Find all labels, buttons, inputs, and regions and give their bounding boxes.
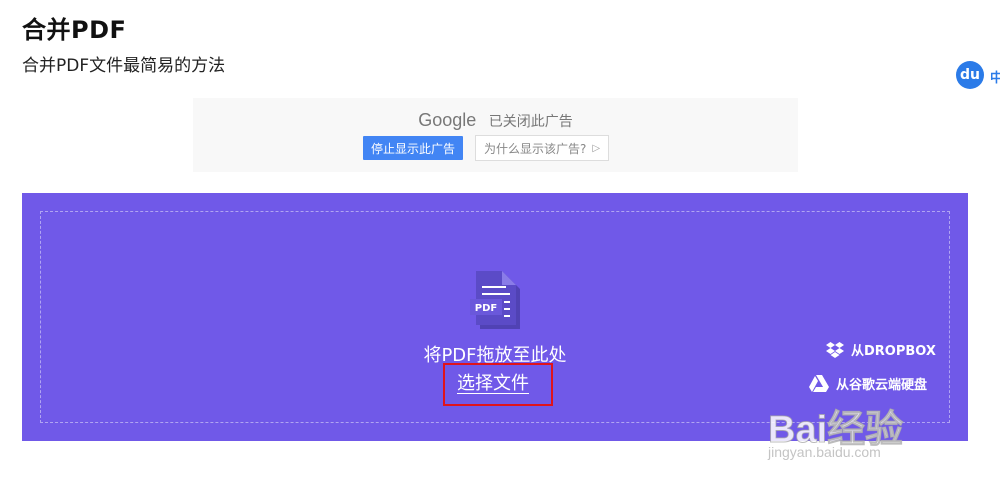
- google-logo: Google: [418, 110, 477, 130]
- pdf-icon-label: PDF: [475, 303, 497, 314]
- ad-status: 已关闭此广告: [488, 114, 573, 130]
- stop-showing-ad-button[interactable]: 停止显示此广告: [363, 136, 464, 160]
- adchoices-icon: ▷: [592, 142, 601, 154]
- pdf-file-icon: PDF: [470, 271, 520, 329]
- dropbox-label: 从DROPBOX: [851, 344, 936, 359]
- baidu-du-icon[interactable]: du: [956, 61, 984, 89]
- watermark-url: jingyan.baidu.com: [768, 444, 881, 460]
- baidu-side-text[interactable]: 中: [990, 67, 1000, 86]
- dropbox-icon: [826, 341, 844, 358]
- google-drive-icon: [809, 375, 829, 392]
- page-title: 合并PDF: [22, 16, 127, 44]
- ad-banner: Google 已关闭此广告 停止显示此广告 为什么显示该广告? ▷: [193, 98, 798, 172]
- ad-header: Google 已关闭此广告: [193, 110, 798, 131]
- page: 合并PDF 合并PDF文件最简易的方法 du 中 Google 已关闭此广告 停…: [0, 0, 1000, 487]
- google-drive-label: 从谷歌云端硬盘: [836, 378, 928, 393]
- dropbox-upload-button[interactable]: 从DROPBOX: [826, 340, 936, 359]
- why-this-ad-label: 为什么显示该广告?: [484, 141, 587, 156]
- page-subtitle: 合并PDF文件最简易的方法: [22, 56, 226, 76]
- google-drive-upload-button[interactable]: 从谷歌云端硬盘: [809, 374, 927, 393]
- why-this-ad-button[interactable]: 为什么显示该广告? ▷: [475, 135, 610, 161]
- annotation-highlight-box: [443, 363, 553, 406]
- file-drop-zone[interactable]: PDF 将PDF拖放至此处 选择文件 从DROPBOX 从谷歌云端硬盘: [22, 193, 968, 441]
